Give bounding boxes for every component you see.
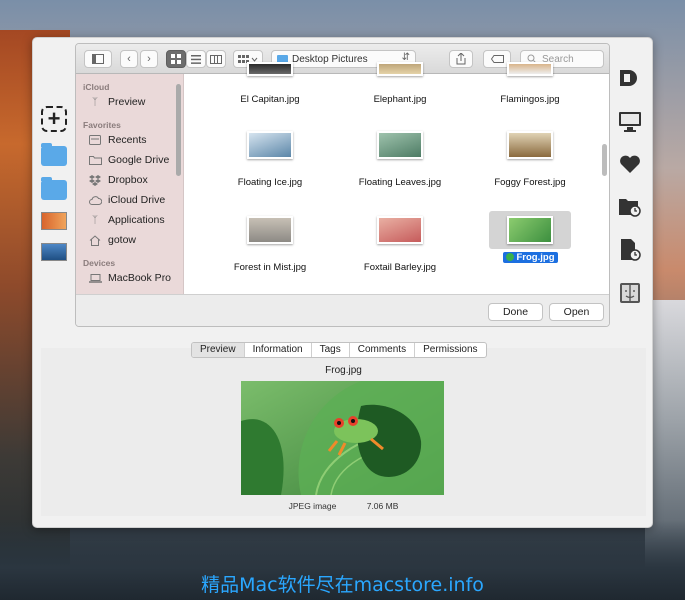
- home-icon: [88, 234, 102, 246]
- file-name: Foxtail Barley.jpg: [363, 262, 437, 273]
- file-thumbnail: [247, 216, 293, 244]
- watermark: 精品Mac软件尽在macstore.info: [201, 574, 484, 596]
- tab-tags[interactable]: Tags: [310, 343, 349, 357]
- file-item[interactable]: Floating Ice.jpg: [200, 131, 340, 188]
- file-name: Foggy Forest.jpg: [494, 177, 566, 188]
- sidebar-item-label: Recents: [108, 134, 147, 146]
- sidebar-section-title: iCloud: [83, 82, 110, 92]
- sidebar: iCloud ᛉ Preview Favorites Recents Googl…: [76, 74, 184, 294]
- recent-document-icon[interactable]: [618, 238, 642, 262]
- file-kind: JPEG image: [288, 501, 337, 511]
- file-thumbnail: [507, 131, 553, 159]
- file-item[interactable]: Elephant.jpg: [330, 62, 470, 105]
- laptop-icon: [88, 272, 102, 284]
- computer-icon[interactable]: [618, 110, 642, 134]
- preview-filename: Frog.jpg: [325, 365, 362, 376]
- dialog-footer: Done Open: [76, 294, 609, 326]
- sidebar-item-gotow[interactable]: gotow: [76, 230, 183, 250]
- sidebar-item-google-drive[interactable]: Google Drive: [76, 150, 183, 170]
- green-tag-icon: [505, 253, 514, 262]
- sidebar-item-label: Preview: [108, 96, 146, 108]
- icon-view-button[interactable]: [166, 50, 186, 68]
- selection-highlight: [489, 211, 571, 249]
- add-icon[interactable]: +: [41, 106, 67, 132]
- default-folder-icon[interactable]: [618, 66, 642, 90]
- preview-image: [241, 381, 444, 495]
- image-thumbnail-icon[interactable]: [41, 243, 67, 261]
- sidebar-item-label: Google Drive: [108, 154, 170, 166]
- done-button[interactable]: Done: [488, 303, 543, 321]
- finder-icon[interactable]: [618, 281, 642, 305]
- file-name: Floating Leaves.jpg: [358, 177, 442, 188]
- tab-information[interactable]: Information: [243, 343, 311, 357]
- file-name: Flamingos.jpg: [500, 94, 560, 105]
- applications-icon: ᛉ: [92, 214, 98, 226]
- file-thumbnail: [377, 216, 423, 244]
- file-thumbnail: [507, 216, 553, 244]
- dropbox-icon: [88, 174, 102, 186]
- sidebar-section-title: Favorites: [83, 120, 121, 130]
- tab-comments[interactable]: Comments: [348, 343, 414, 357]
- folder-icon: [88, 154, 102, 166]
- sidebar-section-title: Devices: [83, 258, 116, 268]
- sidebar-item-applications[interactable]: ᛉ Applications: [76, 210, 183, 230]
- file-item[interactable]: Floating Leaves.jpg: [330, 131, 470, 188]
- recents-icon: [88, 134, 102, 146]
- left-rail: +: [33, 38, 75, 348]
- file-name: Elephant.jpg: [373, 94, 427, 105]
- file-item[interactable]: El Capitan.jpg: [200, 62, 340, 105]
- file-name: Forest in Mist.jpg: [233, 262, 307, 273]
- file-thumbnail: [377, 131, 423, 159]
- heart-icon[interactable]: [618, 152, 642, 176]
- sidebar-item-macbook-pro[interactable]: MacBook Pro: [76, 268, 183, 288]
- open-button[interactable]: Open: [549, 303, 604, 321]
- back-button[interactable]: ‹: [120, 50, 138, 68]
- file-item[interactable]: Flamingos.jpg: [460, 62, 600, 105]
- cloud-icon: [88, 194, 102, 206]
- file-thumbnail: [507, 62, 553, 76]
- sidebar-item-label: gotow: [108, 234, 137, 246]
- info-tabs: Preview Information Tags Comments Permis…: [191, 342, 487, 358]
- file-name: Frog.jpg: [502, 252, 558, 263]
- tab-preview[interactable]: Preview: [192, 343, 244, 357]
- sidebar-scrollbar[interactable]: [176, 84, 181, 176]
- app-icon: ᛉ: [92, 96, 98, 108]
- file-browser-dialog: ‹ › Desktop Pictures ⇵ Search iCloud ᛉ P…: [75, 43, 610, 327]
- file-item[interactable]: Foxtail Barley.jpg: [330, 216, 470, 273]
- sidebar-item-label: Dropbox: [108, 174, 148, 186]
- file-thumbnail: [247, 62, 293, 76]
- image-thumbnail-icon[interactable]: [41, 212, 67, 230]
- file-item-selected[interactable]: Frog.jpg: [460, 211, 600, 263]
- app-panel: + ‹ › Desktop Pictures ⇵ Search iCloud ᛉ…: [32, 37, 653, 528]
- recent-folder-icon[interactable]: [618, 195, 642, 219]
- folder-icon[interactable]: [41, 177, 67, 200]
- sidebar-item-preview[interactable]: ᛉ Preview: [76, 92, 183, 112]
- file-thumbnail: [247, 131, 293, 159]
- file-metadata: JPEG image 7.06 MB: [41, 501, 646, 511]
- file-name: El Capitan.jpg: [240, 94, 300, 105]
- sidebar-item-label: MacBook Pro: [108, 272, 172, 284]
- forward-button[interactable]: ›: [140, 50, 158, 68]
- file-grid: El Capitan.jpg Elephant.jpg Flamingos.jp…: [184, 62, 609, 294]
- tab-permissions[interactable]: Permissions: [414, 343, 485, 357]
- file-item[interactable]: Foggy Forest.jpg: [460, 131, 600, 188]
- folder-icon[interactable]: [41, 143, 67, 166]
- file-item[interactable]: Forest in Mist.jpg: [200, 216, 340, 273]
- grid-scrollbar[interactable]: [602, 144, 607, 176]
- right-rail: [612, 38, 652, 348]
- sidebar-item-label: Applications: [108, 214, 165, 226]
- sidebar-toggle-button[interactable]: [84, 50, 112, 68]
- info-panel: Preview Information Tags Comments Permis…: [41, 342, 646, 516]
- sidebar-item-dropbox[interactable]: Dropbox: [76, 170, 183, 190]
- sidebar-item-icloud-drive[interactable]: iCloud Drive: [76, 190, 183, 210]
- file-size: 7.06 MB: [366, 501, 399, 511]
- file-name: Floating Ice.jpg: [237, 177, 303, 188]
- sidebar-item-recents[interactable]: Recents: [76, 130, 183, 150]
- sidebar-item-label: iCloud Drive: [108, 194, 166, 206]
- file-thumbnail: [377, 62, 423, 76]
